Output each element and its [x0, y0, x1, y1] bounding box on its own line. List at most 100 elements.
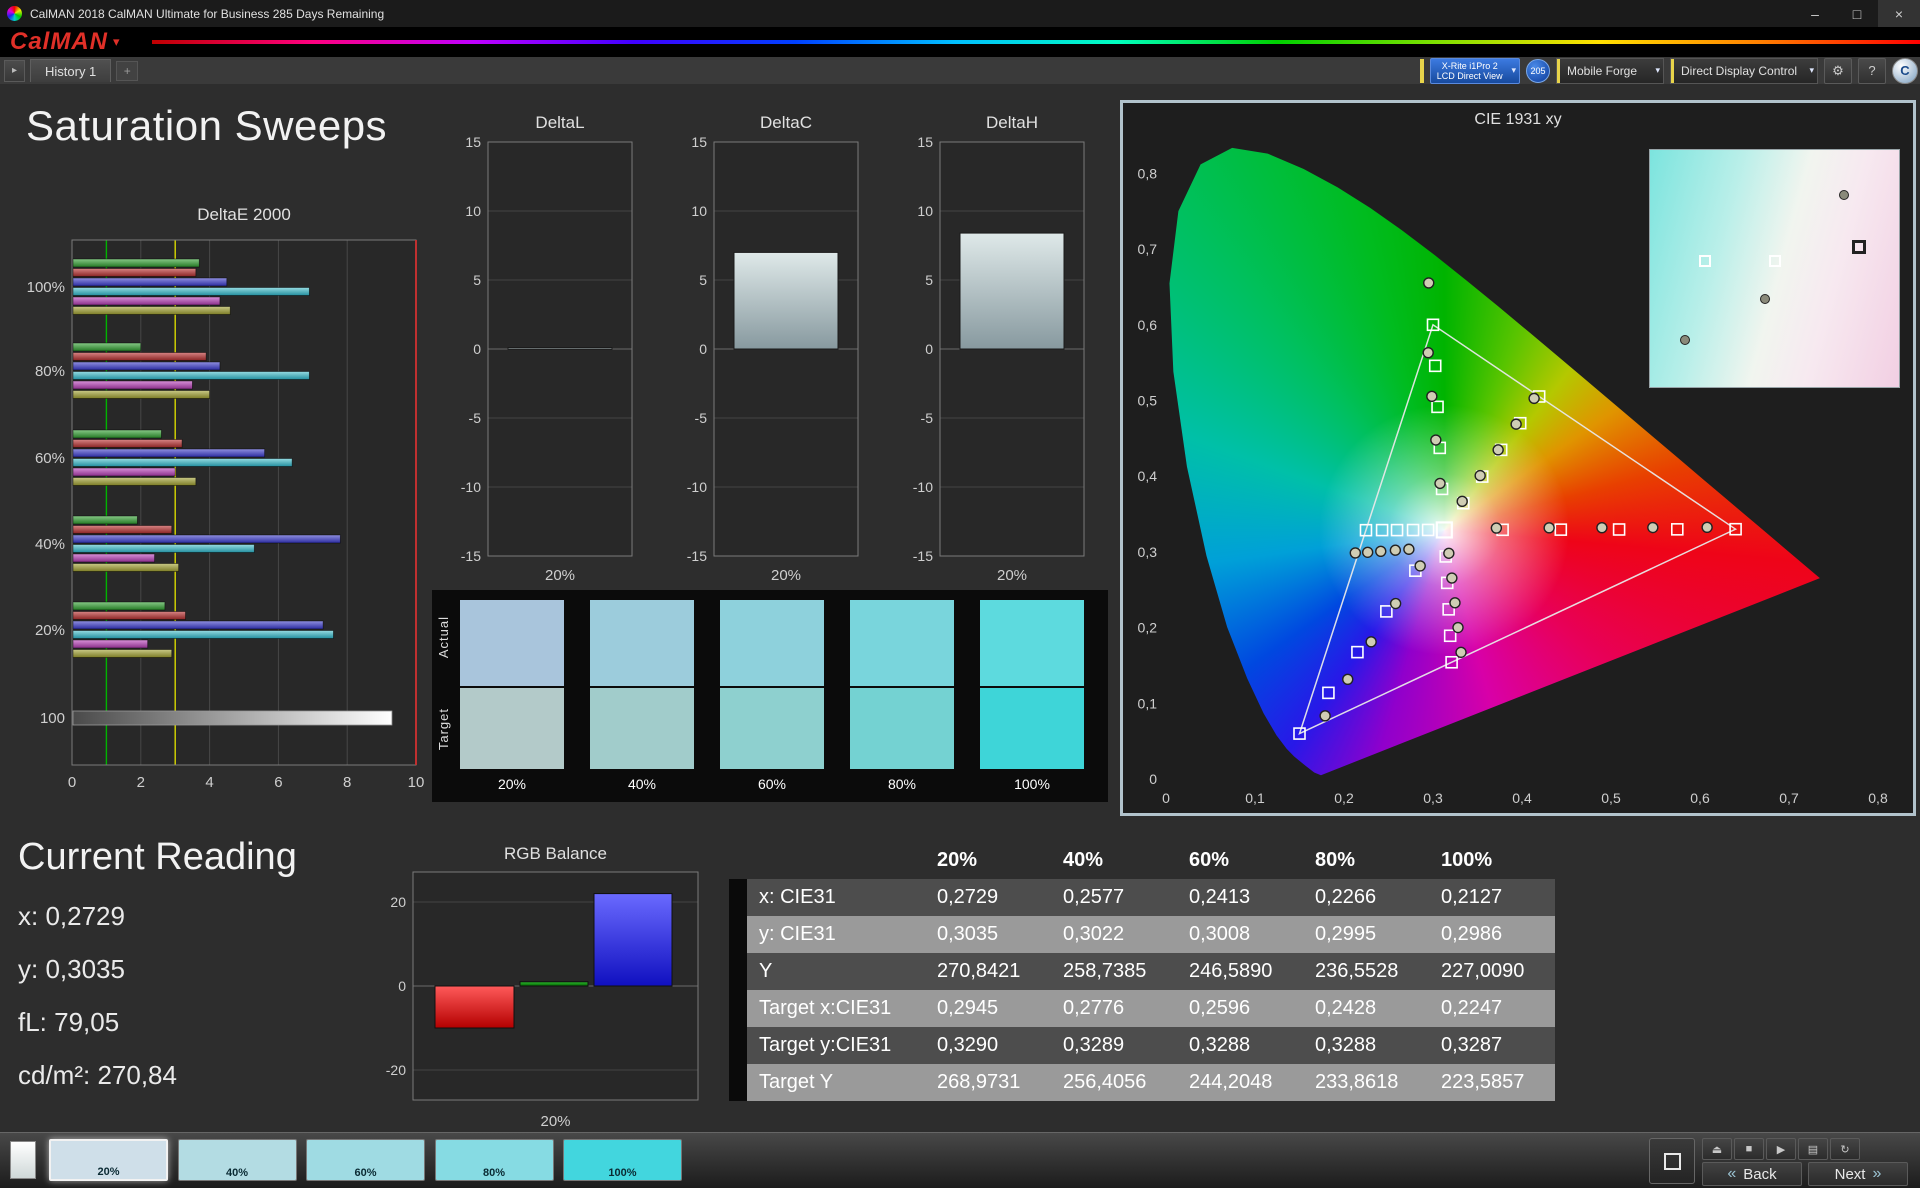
tab-scroll-button[interactable]: ▸: [4, 60, 25, 82]
back-button[interactable]: « Back: [1702, 1162, 1802, 1186]
reading-x: x: 0,2729: [18, 901, 297, 932]
table-row: Target Y268,9731256,4056244,2048233,8618…: [729, 1064, 1555, 1101]
table-cell: 0,2247: [1429, 990, 1555, 1027]
actual-row-label: Actual: [436, 616, 451, 658]
svg-text:0,3: 0,3: [1138, 544, 1158, 560]
swatch-column-label: 20%: [460, 776, 564, 792]
deltae-2000-chart: DeltaE 20000246810100%80%60%40%20%100: [24, 200, 424, 810]
svg-text:DeltaH: DeltaH: [986, 113, 1038, 132]
comparator-column: 100%: [980, 600, 1084, 792]
svg-text:100: 100: [40, 710, 65, 727]
deltae-bar: [73, 449, 265, 457]
svg-text:0,1: 0,1: [1138, 695, 1158, 711]
table-column-header: 40%: [1051, 849, 1177, 872]
table-cell: 0,2127: [1429, 879, 1555, 916]
tab-history-1[interactable]: History 1: [30, 59, 111, 82]
measurement-marker: [1493, 445, 1503, 455]
svg-text:0,4: 0,4: [1512, 790, 1532, 806]
svg-text:-10: -10: [687, 479, 707, 495]
add-tab-button[interactable]: +: [116, 61, 138, 81]
table-cell: 270,8421: [925, 953, 1051, 990]
table-row-label: Y: [747, 953, 925, 990]
thumbnail-label: 20%: [51, 1166, 166, 1178]
svg-text:-15: -15: [461, 548, 481, 564]
svg-text:0,6: 0,6: [1690, 790, 1710, 806]
svg-text:0: 0: [398, 978, 406, 994]
deltae-bar: [73, 526, 172, 534]
transport-button[interactable]: ↻: [1830, 1138, 1860, 1160]
transport-controls: ⏏■▶▤↻: [1702, 1138, 1860, 1160]
pattern-thumbnail-100%[interactable]: 100%: [563, 1139, 682, 1181]
measurement-marker: [1376, 546, 1386, 556]
table-row: x: CIE310,27290,25770,24130,22660,2127: [729, 879, 1555, 916]
chevron-down-icon: ▾: [1806, 65, 1817, 76]
svg-text:2: 2: [137, 774, 145, 791]
table-cell: 0,2945: [925, 990, 1051, 1027]
table-cell: 0,3035: [925, 916, 1051, 953]
table-cell: 0,2577: [1051, 879, 1177, 916]
transport-button[interactable]: ▤: [1798, 1138, 1828, 1160]
transport-button[interactable]: ■: [1734, 1138, 1764, 1160]
measurement-marker: [1343, 674, 1353, 684]
deltac-chart: DeltaC151050-5-10-1520%: [676, 112, 866, 590]
current-reading-panel: Current Reading x: 0,2729 y: 0,3035 fL: …: [18, 836, 297, 1091]
deltae-bar: [73, 459, 292, 467]
meter-select-button[interactable]: X-Rite i1Pro 2 LCD Direct View ▾: [1430, 58, 1520, 84]
svg-text:DeltaL: DeltaL: [535, 113, 584, 132]
table-cell: 0,2428: [1303, 990, 1429, 1027]
pattern-thumbnail-20%[interactable]: 20%: [49, 1139, 168, 1181]
table-cell: 244,2048: [1177, 1064, 1303, 1101]
close-button[interactable]: ×: [1878, 0, 1920, 27]
help-button[interactable]: ?: [1858, 58, 1886, 84]
deltae-bar: [73, 297, 220, 305]
pattern-thumbnail-40%[interactable]: 40%: [178, 1139, 297, 1181]
source-select-button[interactable]: Mobile Forge ▾: [1556, 58, 1664, 84]
svg-text:-5: -5: [921, 410, 934, 426]
table-cell: 236,5528: [1303, 953, 1429, 990]
settings-button[interactable]: ⚙: [1824, 58, 1852, 84]
measurement-marker: [1648, 523, 1658, 533]
deltae-bar: [73, 391, 210, 399]
calman-logo[interactable]: CalMAN: [10, 28, 108, 56]
measurement-marker: [1320, 711, 1330, 721]
deltae-bar: [73, 612, 186, 620]
table-row-label: y: CIE31: [747, 916, 925, 953]
transport-button[interactable]: ⏏: [1702, 1138, 1732, 1160]
table-row-label: Target Y: [747, 1064, 925, 1101]
logo-menu-caret-icon[interactable]: ▾: [113, 34, 120, 50]
table-cell: 0,2995: [1303, 916, 1429, 953]
target-marker: [1852, 240, 1866, 254]
svg-text:0,7: 0,7: [1138, 241, 1158, 257]
help-icon: ?: [1868, 63, 1875, 78]
display-control-button[interactable]: Direct Display Control ▾: [1670, 58, 1818, 84]
svg-text:5: 5: [925, 272, 933, 288]
pattern-thumbnail-60%[interactable]: 60%: [306, 1139, 425, 1181]
deltae-bar: [73, 288, 309, 296]
svg-text:-5: -5: [469, 410, 482, 426]
actual-swatch: [850, 600, 954, 686]
table-row: y: CIE310,30350,30220,30080,29950,2986: [729, 916, 1555, 953]
table-cell: 0,2413: [1177, 879, 1303, 916]
svg-text:0,3: 0,3: [1423, 790, 1443, 806]
svg-text:0,5: 0,5: [1601, 790, 1621, 806]
target-marker: [1555, 524, 1566, 535]
reading-fl: fL: 79,05: [18, 1007, 297, 1038]
stop-measure-button[interactable]: [1649, 1138, 1695, 1184]
table-cell: 0,3287: [1429, 1027, 1555, 1064]
target-marker: [1408, 525, 1419, 536]
svg-text:-15: -15: [687, 548, 707, 564]
maximize-button[interactable]: □: [1836, 0, 1878, 27]
app-icon: [7, 6, 22, 21]
next-label: Next: [1835, 1166, 1866, 1183]
measurement-marker: [1350, 548, 1360, 558]
deltae-bar: [73, 430, 161, 438]
pattern-thumbnail-80%[interactable]: 80%: [435, 1139, 554, 1181]
transport-button[interactable]: ▶: [1766, 1138, 1796, 1160]
target-marker: [1672, 524, 1683, 535]
measurement-marker: [1544, 523, 1554, 533]
table-row: Y270,8421258,7385246,5890236,5528227,009…: [729, 953, 1555, 990]
corner-logo-icon: C: [1892, 58, 1918, 84]
deltae-bar: [73, 259, 199, 267]
minimize-button[interactable]: –: [1794, 0, 1836, 27]
next-button[interactable]: Next »: [1808, 1162, 1908, 1186]
